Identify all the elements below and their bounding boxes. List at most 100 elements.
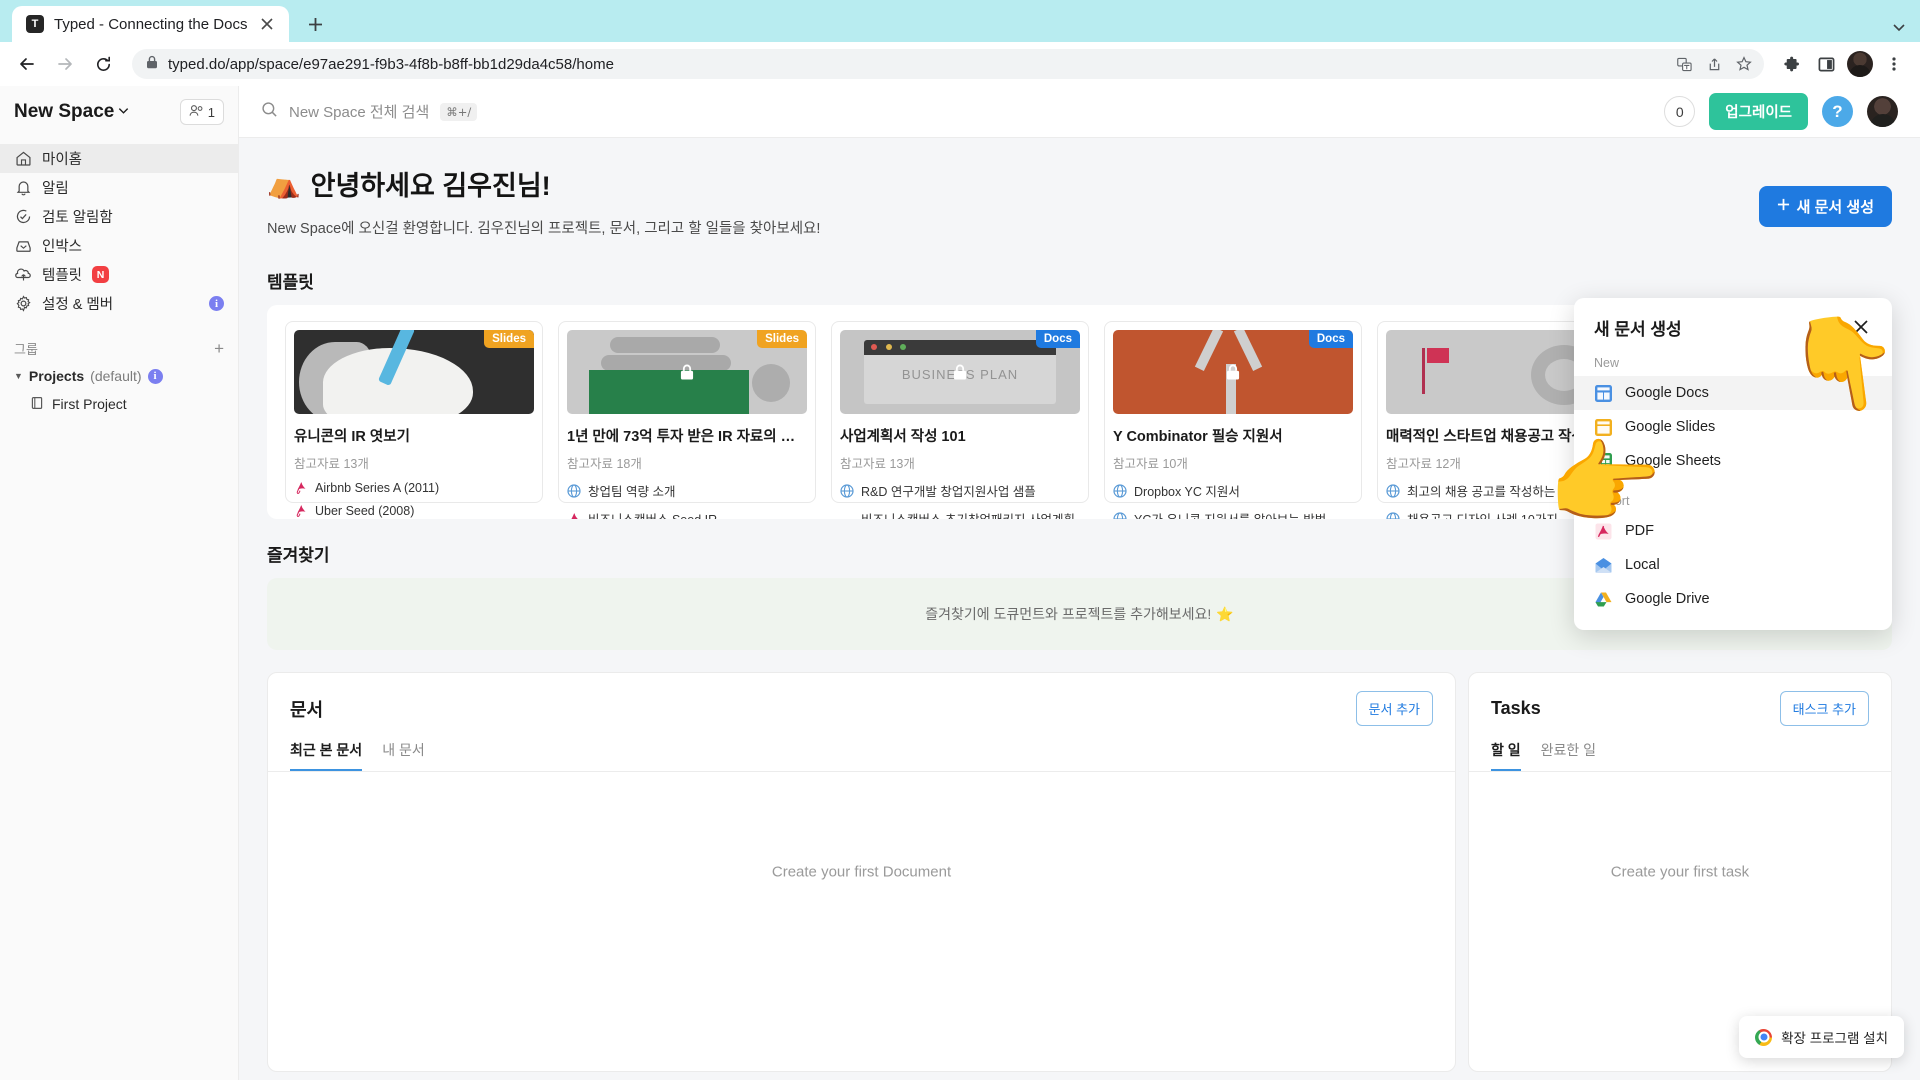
avatar[interactable]: [1867, 96, 1898, 127]
template-reference[interactable]: 비즈니스캔버스 Seed IR: [567, 509, 807, 519]
caret-down-icon[interactable]: ▼: [14, 371, 23, 381]
space-switcher[interactable]: New Space: [14, 101, 130, 123]
section-title-templates: 템플릿: [267, 273, 314, 292]
info-icon[interactable]: i: [147, 368, 163, 384]
template-card[interactable]: Slides 유니콘의 IR 엿보기 참고자료 13개 Airbnb Serie…: [285, 321, 543, 518]
tab-my-documents[interactable]: 내 문서: [382, 740, 425, 771]
chevron-down-icon[interactable]: [1892, 20, 1906, 34]
browser-tab[interactable]: T Typed - Connecting the Docs: [12, 6, 290, 42]
profile-avatar[interactable]: [1844, 48, 1876, 80]
sidebar-item-inbox[interactable]: 인박스: [0, 231, 238, 260]
template-reference-label: Uber Seed (2008): [315, 504, 415, 518]
plus-icon[interactable]: [299, 8, 331, 40]
template-reference-label: 비즈니스캔버스 초기창업패키지 사업계획서: [861, 509, 1080, 519]
sidebar-group-projects[interactable]: ▼ Projects (default) i: [0, 362, 238, 390]
google-drive-icon: [1594, 590, 1613, 609]
template-title: Y Combinator 필승 지원서: [1113, 429, 1283, 445]
app-root: New Space 1 마이홈 알림 검토 알림함 인박스 템플릿 N 설정 &…: [0, 86, 1920, 1080]
kebab-menu-icon[interactable]: [1878, 48, 1910, 80]
arrow-left-icon[interactable]: [10, 47, 44, 81]
template-reference[interactable]: Airbnb Series A (2011): [294, 481, 534, 495]
gear-icon: [14, 295, 32, 313]
modal-item-google-drive[interactable]: Google Drive: [1574, 582, 1892, 616]
template-reference[interactable]: Uber Seed (2008): [294, 504, 534, 518]
modal-item-pdf[interactable]: PDF: [1574, 514, 1892, 548]
plus-icon: [1777, 198, 1790, 215]
sidebar-item-settings-members[interactable]: 설정 & 멤버 i: [0, 289, 238, 318]
credit-count-badge[interactable]: 0: [1664, 96, 1696, 127]
template-reference-label: Airbnb Series A (2011): [315, 481, 440, 495]
panel-title: Tasks: [1491, 698, 1541, 718]
plus-icon[interactable]: +: [214, 340, 224, 357]
content-area: ⛺ 안녕하세요 김우진님! New Space에 오신걸 환영합니다. 김우진님…: [239, 138, 1920, 1080]
home-icon: [14, 150, 32, 168]
greeting-subtitle: New Space에 오신걸 환영합니다. 김우진님의 프로젝트, 문서, 그리…: [267, 221, 821, 237]
tab-favicon: T: [26, 15, 44, 33]
sidebar-item-templates[interactable]: 템플릿 N: [0, 260, 238, 289]
sidebar-item-first-project[interactable]: First Project: [0, 390, 238, 418]
modal-header: 새 문서 생성: [1574, 314, 1892, 340]
lock-icon: [146, 55, 158, 74]
modal-item-google-slides[interactable]: Google Slides: [1574, 410, 1892, 444]
template-reference[interactable]: Dropbox YC 지원서: [1113, 481, 1353, 500]
modal-item-google-sheets[interactable]: Google Sheets: [1574, 444, 1892, 478]
extension-install-label: 확장 프로그램 설치: [1781, 1031, 1888, 1046]
favorites-empty-text: 즐겨찾기에 도큐먼트와 프로젝트를 추가해보세요!: [925, 606, 1212, 622]
template-card[interactable]: Slides 1년 만에 73억 투자 받은 IR 자료의 시크릿 참고자료 1…: [558, 321, 816, 519]
star-emoji: ⭐: [1216, 605, 1234, 622]
template-reference[interactable]: YC가 유니콘 지원서를 알아보는 방법: [1113, 509, 1353, 519]
modal-item-google-docs[interactable]: Google Docs: [1574, 376, 1892, 410]
sidebar-item-myhome[interactable]: 마이홈: [0, 144, 238, 173]
sidebar-item-notifications[interactable]: 알림: [0, 173, 238, 202]
member-count-chip[interactable]: 1: [179, 99, 224, 125]
template-reference[interactable]: 비즈니스캔버스 초기창업패키지 사업계획서: [840, 509, 1080, 519]
documents-tabs: 최근 본 문서 내 문서: [268, 726, 1455, 772]
close-icon[interactable]: [1848, 314, 1874, 340]
reload-icon[interactable]: [86, 47, 120, 81]
sidebar-group-header: 그룹 +: [0, 334, 238, 362]
template-reference[interactable]: R&D 연구개발 창업지원사업 샘플: [840, 481, 1080, 500]
template-card[interactable]: Docs Y Combinator 필승 지원서 참고자료 10개 Dropbo…: [1104, 321, 1362, 519]
side-panel-icon[interactable]: [1810, 48, 1842, 80]
bell-icon: [14, 179, 32, 197]
info-icon[interactable]: i: [209, 296, 224, 311]
modal-item-label: PDF: [1625, 523, 1654, 539]
close-icon[interactable]: [257, 14, 277, 34]
tab-recent-documents[interactable]: 최근 본 문서: [290, 740, 363, 771]
modal-item-label: Google Drive: [1625, 591, 1710, 607]
bookmark-star-icon[interactable]: [1730, 50, 1758, 78]
template-title: 사업계획서 작성 101: [840, 429, 966, 445]
template-reference-count: 참고자료 13개: [294, 457, 369, 471]
search-input[interactable]: New Space 전체 검색 ⌘+/: [261, 101, 478, 123]
extension-install-toast[interactable]: 확장 프로그램 설치: [1739, 1016, 1904, 1058]
template-reference-label: 창업팀 역량 소개: [588, 485, 676, 499]
business-plan-thumbnail: BUSINESS PLAN Docs: [840, 330, 1080, 414]
page-title: ⛺ 안녕하세요 김우진님!: [267, 164, 1892, 203]
sidebar-item-label: 마이홈: [42, 152, 83, 168]
new-document-button[interactable]: 새 문서 생성: [1758, 186, 1892, 227]
sidebar-item-review-inbox[interactable]: 검토 알림함: [0, 202, 238, 231]
share-icon[interactable]: [1700, 50, 1728, 78]
extensions-puzzle-icon[interactable]: [1776, 48, 1808, 80]
search-icon: [261, 101, 278, 123]
tasks-panel-header: Tasks 태스크 추가: [1469, 673, 1891, 726]
tab-todo[interactable]: 할 일: [1491, 740, 1521, 771]
tab-completed[interactable]: 완료한 일: [1541, 740, 1596, 771]
template-card[interactable]: BUSINESS PLAN Docs 사업계획서 작성 101 참고자료 13개…: [831, 321, 1089, 519]
space-header: New Space 1: [0, 86, 238, 138]
add-document-button[interactable]: 문서 추가: [1355, 691, 1433, 726]
browser-tabstrip: T Typed - Connecting the Docs: [0, 0, 1920, 42]
modal-item-local[interactable]: Local: [1574, 548, 1892, 582]
upgrade-button[interactable]: 업그레이드: [1709, 93, 1808, 130]
group-default-suffix: (default): [90, 368, 142, 384]
help-button[interactable]: ?: [1822, 96, 1853, 127]
member-count: 1: [207, 104, 215, 120]
documents-panel-header: 문서 문서 추가: [268, 673, 1455, 726]
omnibox[interactable]: typed.do/app/space/e97ae291-f9b3-4f8b-b8…: [132, 49, 1764, 79]
template-reference[interactable]: 창업팀 역량 소개: [567, 481, 807, 500]
local-upload-icon: [1594, 556, 1613, 575]
web-icon: [1386, 511, 1400, 519]
arrow-right-icon[interactable]: [48, 47, 82, 81]
add-task-button[interactable]: 태스크 추가: [1779, 691, 1869, 726]
translate-icon[interactable]: [1670, 50, 1698, 78]
